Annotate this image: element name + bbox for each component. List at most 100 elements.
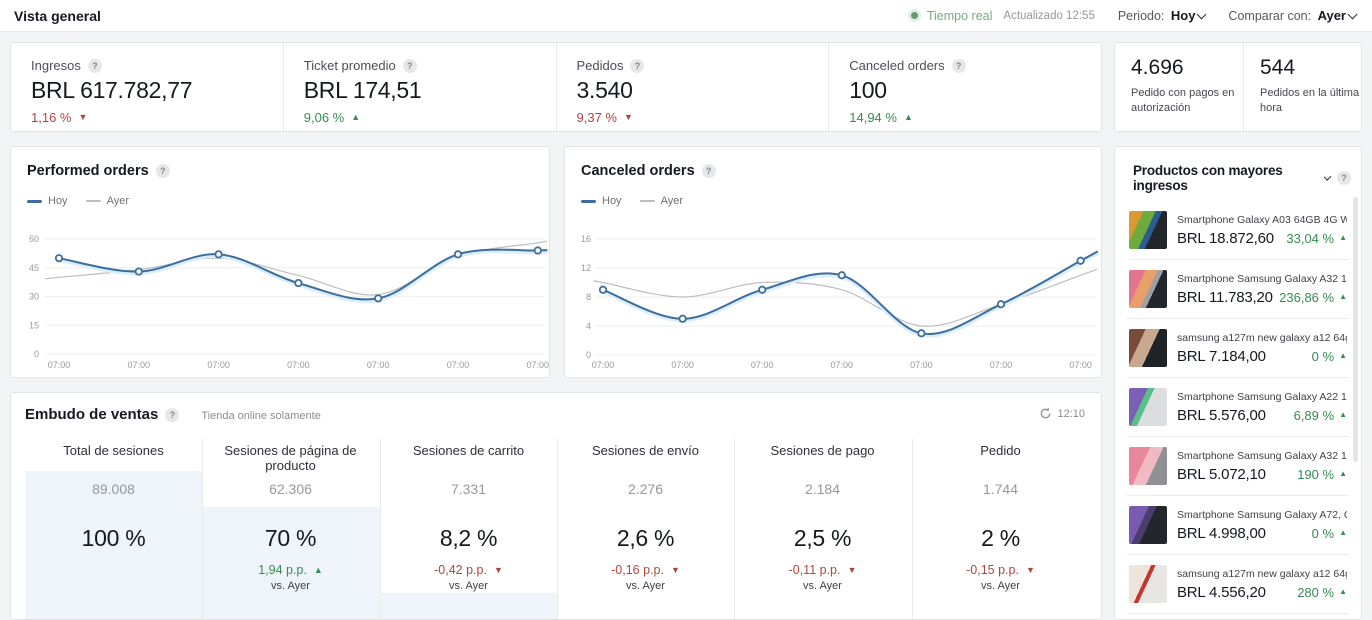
legend-swatch-hoy [581,200,596,203]
kpi-pagos-autorizacion: 4.696 Pedido con pagos en autorización [1115,43,1243,131]
product-image [1129,270,1167,308]
svg-text:07:00: 07:00 [527,360,550,370]
product-revenue: BRL 4.998,00 [1177,525,1266,542]
kpi-label: Pedidos [577,58,624,73]
product-delta: 6,89 % [1294,408,1334,423]
arrow-down-icon [1026,566,1035,575]
product-delta: 0 % [1312,349,1334,364]
product-row[interactable]: Smartphone Samsung Galaxy A32 12... BRL … [1127,437,1349,496]
product-revenue: BRL 4.556,20 [1177,584,1266,601]
funnel-step-delta: -0,11 p.p. [789,563,841,577]
product-row[interactable]: Smartphone Samsung Galaxy A22 12... BRL … [1127,378,1349,437]
svg-text:07:00: 07:00 [48,360,71,370]
funnel-step-percent: 8,2 % [380,525,557,552]
funnel-subtitle: Tienda online solamente [201,410,320,422]
arrow-down-icon [624,113,633,122]
compare-selector[interactable]: Comparar con: Ayer [1228,7,1358,25]
performed-orders-line-chart[interactable]: 01530456007:0007:0007:0007:0007:0007:000… [11,223,551,375]
funnel-vs-label: vs. Ayer [380,580,557,592]
side-kpi-value: 4.696 [1131,56,1243,80]
refresh-time: 12:10 [1057,408,1085,420]
product-row[interactable]: Smartphone Samsung Galaxy A32 12... BRL … [1127,260,1349,319]
funnel-step-count: 2.276 [557,481,734,497]
funnel-step-count: 7.331 [380,481,557,497]
refresh-button[interactable]: 12:10 [1039,407,1085,420]
kpi-ingresos: Ingresos BRL 617.782,77 1,16 % [11,43,283,131]
page-title: Vista general [14,8,101,24]
product-row[interactable]: samsung a127m new galaxy a12 64gb... BRL… [1127,555,1349,614]
top-products-panel: Productos con mayores ingresos Smartphon… [1114,146,1362,620]
product-delta: 33,04 % [1286,231,1334,246]
funnel-step-header: Sesiones de pago [734,443,911,458]
product-revenue: BRL 5.576,00 [1177,407,1266,424]
svg-text:07:00: 07:00 [287,360,310,370]
svg-text:8: 8 [586,292,591,302]
arrow-up-icon [1339,293,1347,301]
funnel-step-percent: 2 % [912,525,1089,552]
arrow-up-icon [1339,411,1347,419]
product-list: Smartphone Galaxy A03 64GB 4G Wi-... BRL… [1115,201,1361,614]
refresh-icon [1039,407,1052,420]
kpi-delta: 1,16 % [31,110,71,125]
kpi-value: 3.540 [577,77,829,104]
svg-text:30: 30 [29,292,39,302]
period-selector[interactable]: Periodo: Hoy [1118,7,1208,25]
product-row[interactable]: Smartphone Samsung Galaxy A72, C... BRL … [1127,496,1349,555]
kpi-value: BRL 617.782,77 [31,77,283,104]
product-revenue: BRL 18.872,60 [1177,230,1274,247]
canceled-orders-line-chart[interactable]: 048121607:0007:0007:0007:0007:0007:0007:… [565,223,1103,375]
help-icon[interactable] [630,59,644,73]
funnel-title: Embudo de ventas [25,406,158,423]
funnel-step-delta: 1,94 p.p. [258,563,307,577]
help-icon[interactable] [952,59,966,73]
help-icon[interactable] [1337,171,1351,185]
help-icon[interactable] [165,408,179,422]
help-icon[interactable] [702,164,716,178]
kpi-value: BRL 174,51 [304,77,556,104]
arrow-up-icon [1339,352,1347,360]
funnel-step-header: Sesiones de carrito [380,443,557,458]
help-icon[interactable] [88,59,102,73]
product-image [1129,329,1167,367]
updated-timestamp: Actualizado 12:55 [1003,10,1094,22]
funnel-step-delta: -0,16 p.p. [611,563,664,577]
funnel-step-header: Total de sesiones [25,443,202,458]
chart-title: Performed orders [27,163,149,179]
arrow-down-icon [671,566,680,575]
product-revenue: BRL 7.184,00 [1177,348,1266,365]
kpi-label: Ticket promedio [304,58,396,73]
arrow-up-icon [1339,588,1347,596]
product-image [1129,447,1167,485]
help-icon[interactable] [156,164,170,178]
kpi-delta: 14,94 % [849,110,897,125]
svg-text:0: 0 [586,350,591,360]
compare-value[interactable]: Ayer [1318,8,1346,23]
realtime-label[interactable]: Tiempo real [927,9,993,23]
scrollbar-thumb[interactable] [1353,197,1358,462]
funnel-vs-label: vs. Ayer [557,580,734,592]
period-value[interactable]: Hoy [1171,8,1196,23]
funnel-step-count: 89.008 [25,481,202,497]
realtime-status-icon [911,12,918,19]
chevron-down-icon[interactable] [1323,173,1331,181]
product-row[interactable]: samsung a127m new galaxy a12 64gb... BRL… [1127,319,1349,378]
legend-swatch-hoy [27,200,42,203]
svg-text:07:00: 07:00 [1069,360,1092,370]
top-bar: Vista general Tiempo real Actualizado 12… [0,0,1372,32]
svg-text:07:00: 07:00 [990,360,1013,370]
legend-label: Ayer [107,195,129,207]
kpi-label: Ingresos [31,58,81,73]
canceled-orders-chart-card: Canceled orders Hoy Ayer 048121607:0007:… [564,146,1102,378]
arrow-up-icon [1339,234,1347,242]
arrow-up-icon [1339,470,1347,478]
product-row[interactable]: Smartphone Galaxy A03 64GB 4G Wi-... BRL… [1127,201,1349,260]
funnel-step-count: 1.744 [912,481,1089,497]
svg-text:60: 60 [29,234,39,244]
legend-swatch-ayer [640,200,655,202]
svg-text:07:00: 07:00 [128,360,151,370]
side-kpi-label: Pedidos en la última hora [1260,86,1372,116]
product-name: Smartphone Samsung Galaxy A72, C... [1177,509,1347,521]
arrow-down-icon [78,113,87,122]
kpi-pedidos: Pedidos 3.540 9,37 % [556,43,829,131]
help-icon[interactable] [403,59,417,73]
